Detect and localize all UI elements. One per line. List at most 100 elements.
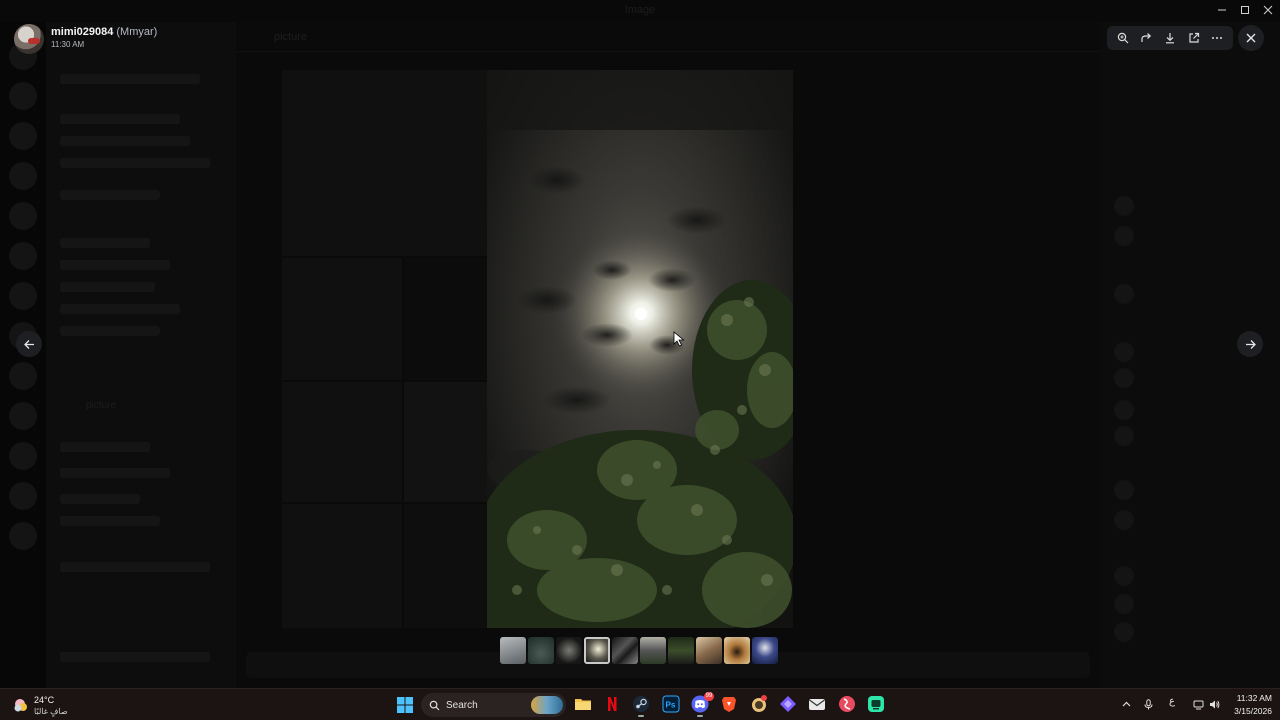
gallery-tile — [404, 258, 487, 380]
taskbar-photoshop[interactable]: Ps — [662, 695, 680, 713]
avatar[interactable] — [14, 24, 44, 54]
member-avatar — [1114, 342, 1134, 362]
close-viewer-button[interactable] — [1238, 25, 1264, 51]
clock-date: 3/15/2026 — [1234, 706, 1272, 716]
discord-notification-badge: 99 — [704, 692, 714, 701]
member-avatar — [1114, 622, 1134, 642]
taskbar-app[interactable] — [867, 695, 885, 713]
viewer-toolbar — [1107, 26, 1233, 50]
close-icon — [1263, 5, 1273, 15]
taskbar-app[interactable] — [838, 695, 856, 713]
start-button[interactable] — [395, 695, 415, 715]
taskbar-discord[interactable]: 99 — [691, 692, 714, 717]
close-icon — [1246, 33, 1256, 43]
channel-placeholder — [60, 494, 140, 504]
member-avatar — [1114, 426, 1134, 446]
forward-button[interactable] — [1136, 28, 1156, 48]
gallery-tile — [404, 382, 487, 502]
more-options-button[interactable] — [1207, 28, 1227, 48]
taskbar-search[interactable]: Search — [421, 693, 566, 717]
server-icon — [9, 522, 37, 550]
download-icon — [1165, 33, 1174, 44]
netflix-icon — [608, 697, 617, 711]
input-language-indicator[interactable]: ع — [1169, 696, 1175, 707]
thumbnail[interactable] — [640, 637, 666, 664]
taskbar: 24°C صافٍ غالبًا Search Ps 99 ع 11:32 AM… — [0, 688, 1280, 720]
weather-temperature: 24°C — [34, 695, 55, 705]
taskbar-app[interactable] — [750, 695, 768, 713]
thumbnail[interactable] — [752, 637, 778, 664]
volume-button[interactable] — [1207, 697, 1221, 711]
app-icon — [868, 696, 884, 712]
minimize-button[interactable] — [1214, 3, 1230, 17]
app-root: Image picture picture mimi029084 (Mmyar)… — [0, 0, 1280, 720]
weather-description: صافٍ غالبًا — [34, 707, 68, 716]
app-icon — [780, 696, 796, 712]
thumbnail[interactable] — [668, 637, 694, 664]
chat-header-channel: picture — [274, 31, 308, 43]
active-channel-label: picture — [86, 400, 117, 411]
zoom-in-icon — [1117, 32, 1129, 44]
network-icon — [1193, 700, 1203, 709]
thumbnail[interactable] — [724, 637, 750, 664]
channel-placeholder — [60, 282, 155, 292]
server-icon — [9, 122, 37, 150]
taskbar-brave[interactable] — [720, 695, 738, 713]
search-label: Search — [446, 699, 478, 711]
channel-placeholder — [60, 304, 180, 314]
microphone-button[interactable] — [1141, 697, 1155, 711]
taskbar-file-explorer[interactable] — [574, 695, 592, 713]
maximize-button[interactable] — [1237, 3, 1253, 17]
channel-placeholder — [60, 158, 210, 168]
search-icon — [429, 700, 440, 710]
weather-icon — [14, 699, 27, 712]
thumbnail-active[interactable] — [584, 637, 610, 664]
taskbar-mail[interactable] — [808, 695, 826, 713]
user-panel-placeholder — [60, 562, 210, 572]
member-avatar — [1114, 510, 1134, 530]
window-close-button[interactable] — [1260, 3, 1276, 17]
window-title: Image — [624, 4, 656, 16]
viewer-image[interactable] — [487, 70, 793, 628]
member-avatar — [1114, 480, 1134, 500]
steam-icon — [633, 696, 649, 712]
taskbar-clock[interactable]: 11:32 AM 3/15/2026 — [1222, 693, 1272, 716]
thumbnail[interactable] — [500, 637, 526, 664]
volume-icon — [1209, 700, 1219, 708]
channel-placeholder — [60, 326, 160, 336]
file-explorer-icon — [575, 699, 591, 710]
tray-overflow-button[interactable] — [1119, 697, 1133, 711]
member-avatar — [1114, 196, 1134, 216]
brave-icon — [722, 697, 736, 712]
server-icon — [9, 442, 37, 470]
zoom-in-button[interactable] — [1113, 28, 1133, 48]
channel-placeholder — [60, 468, 170, 478]
network-button[interactable] — [1191, 697, 1205, 711]
thumbnail[interactable] — [612, 637, 638, 664]
thumbnail[interactable] — [556, 637, 582, 664]
server-icon — [9, 402, 37, 430]
open-external-button[interactable] — [1184, 28, 1204, 48]
taskbar-steam[interactable] — [632, 695, 650, 717]
gallery-tile — [282, 382, 402, 502]
download-button[interactable] — [1160, 28, 1180, 48]
clock-time: 11:32 AM — [1236, 693, 1272, 703]
next-image-button[interactable] — [1237, 331, 1263, 357]
gallery-tile — [282, 258, 402, 380]
uploader-nickname: (Mmyar) — [116, 26, 158, 38]
previous-image-button[interactable] — [16, 331, 42, 357]
thumbnail[interactable] — [528, 637, 554, 664]
channel-placeholder — [60, 516, 160, 526]
open-external-icon — [1188, 32, 1199, 43]
mail-icon — [809, 699, 825, 710]
moon-photo — [487, 70, 793, 628]
gallery-tile — [282, 504, 402, 628]
taskbar-netflix[interactable] — [603, 695, 621, 713]
taskbar-app[interactable] — [779, 695, 797, 713]
thumbnail[interactable] — [696, 637, 722, 664]
minimize-icon — [1218, 9, 1226, 11]
server-icon — [9, 162, 37, 190]
svg-text:Ps: Ps — [666, 701, 676, 710]
channel-placeholder — [60, 238, 150, 248]
member-avatar — [1114, 284, 1134, 304]
